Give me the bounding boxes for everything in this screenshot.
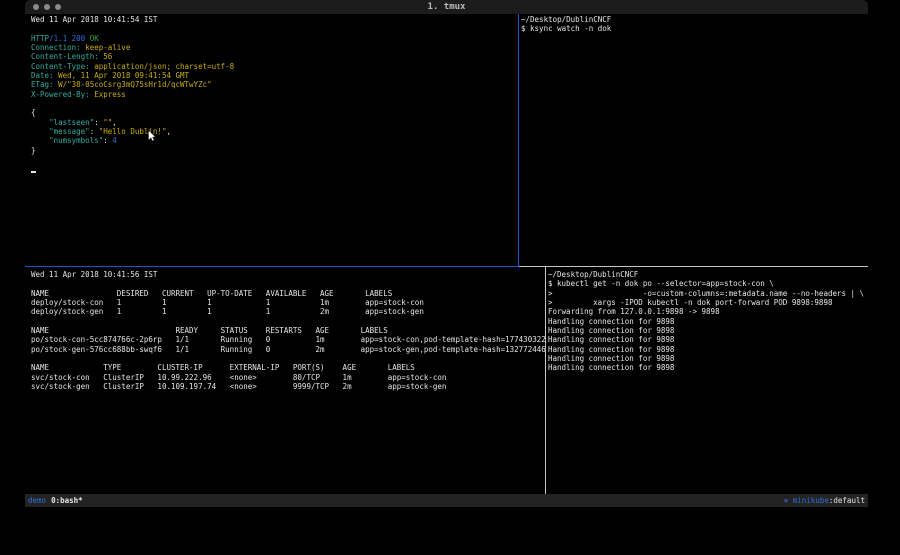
http-header-line: Content-Length: 56 (31, 52, 518, 61)
blank-line (31, 317, 545, 326)
cwd-line: ~/Desktop/DublinCNCF (548, 270, 868, 279)
desktop: 1. tmux Wed 11 Apr 2018 10:41:54 IST HTT… (0, 0, 900, 555)
svc-table-row: svc/stock-con ClusterIP 10.99.222.96 <no… (31, 373, 545, 382)
titlebar[interactable]: 1. tmux (25, 0, 868, 14)
http-header-line: Connection: keep-alive (31, 43, 518, 52)
pane-port-forward[interactable]: ~/Desktop/DublinCNCF $ kubectl get -n do… (546, 267, 868, 494)
kube-namespace: :default (829, 496, 865, 505)
kubernetes-helm-icon: ⎈ (784, 496, 793, 505)
pane-kubectl-get[interactable]: Wed 11 Apr 2018 10:41:56 IST NAME DESIRE… (25, 267, 545, 494)
http-protocol: HTTP (31, 34, 49, 43)
output-line: Handling connection for 9898 (548, 354, 868, 363)
mouse-pointer-icon (148, 127, 156, 146)
command-continuation-line: > xargs -IPOD kubectl -n dok port-forwar… (548, 298, 868, 307)
blank-line (31, 279, 545, 288)
pane-ksync[interactable]: ~/Desktop/DublinCNCF $ ksync watch -n do… (519, 14, 868, 266)
output-line: Handling connection for 9898 (548, 326, 868, 335)
json-entry-message: "message": "Hello Dublin!", (31, 127, 518, 136)
timestamp: Wed 11 Apr 2018 10:41:56 IST (31, 270, 545, 279)
timestamp: Wed 11 Apr 2018 10:41:54 IST (31, 15, 518, 24)
pod-table-header: NAME READY STATUS RESTARTS AGE LABELS (31, 326, 545, 335)
blank-line (31, 155, 518, 164)
session-name: demo (28, 496, 46, 505)
window-title: 1. tmux (25, 0, 868, 14)
output-line: Forwarding from 127.0.0.1:9898 -> 9898 (548, 307, 868, 316)
terminal-cursor (31, 171, 36, 173)
http-header-line: ETag: W/"38-05coCsrg3mQ75sHr1d/qcWTwYZc" (31, 80, 518, 89)
svc-table-header: NAME TYPE CLUSTER-IP EXTERNAL-IP PORT(S)… (31, 363, 545, 372)
pod-table-row: po/stock-con-5cc874766c-2p6rp 1/1 Runnin… (31, 335, 545, 344)
window-tab-0-bash[interactable]: 0:bash* (51, 496, 83, 505)
command-continuation-line: > -o=custom-columns=:metadata.name --no-… (548, 289, 868, 298)
output-line: Handling connection for 9898 (548, 345, 868, 354)
pane-divider-horizontal-right (519, 266, 868, 267)
output-line: Handling connection for 9898 (548, 363, 868, 372)
http-header-line: Content-Type: application/json; charset=… (31, 62, 518, 71)
status-right: ⎈ minikube:default (784, 494, 865, 507)
http-header-line: Date: Wed, 11 Apr 2018 09:41:54 GMT (31, 71, 518, 80)
pod-table-row: po/stock-gen-576cc688bb-swqf6 1/1 Runnin… (31, 345, 545, 354)
pane-http-response[interactable]: Wed 11 Apr 2018 10:41:54 IST HTTP/1.1 20… (25, 14, 518, 266)
http-header-line: X-Powered-By: Express (31, 90, 518, 99)
deploy-table-header: NAME DESIRED CURRENT UP-TO-DATE AVAILABL… (31, 289, 545, 298)
json-entry-lastseen: "lastseen": "", (31, 118, 518, 127)
command-line: $ kubectl get -n dok po --selector=app=s… (548, 279, 868, 288)
cwd-line: ~/Desktop/DublinCNCF (521, 15, 868, 24)
json-entry-numsymbols: "numsymbols": 4 (31, 136, 518, 145)
pane-divider-vertical-top (518, 14, 519, 266)
json-close-brace: } (31, 146, 518, 155)
blank-line (31, 354, 545, 363)
http-status-line: HTTP/1.1 200 OK (31, 34, 518, 43)
http-reason: OK (90, 34, 99, 43)
tmux-status-bar: demo 0:bash* ⎈ minikube:default (25, 494, 868, 507)
output-line: Handling connection for 9898 (548, 317, 868, 326)
terminal-window: 1. tmux Wed 11 Apr 2018 10:41:54 IST HTT… (25, 0, 868, 513)
status-left: demo 0:bash* (28, 494, 83, 507)
blank-line (31, 99, 518, 108)
pane-divider-horizontal-left (25, 266, 519, 267)
svc-table-row: svc/stock-gen ClusterIP 10.109.197.74 <n… (31, 382, 545, 391)
deploy-table-row: deploy/stock-con 1 1 1 1 1m app=stock-co… (31, 298, 545, 307)
http-version-status: /1.1 200 (49, 34, 90, 43)
kube-context: minikube (793, 496, 829, 505)
blank-line (31, 24, 518, 33)
deploy-table-row: deploy/stock-gen 1 1 1 1 2m app=stock-ge… (31, 307, 545, 316)
pane-divider-vertical-bottom (545, 267, 546, 494)
json-open-brace: { (31, 108, 518, 117)
prompt-line (31, 165, 518, 174)
output-line: Handling connection for 9898 (548, 335, 868, 344)
command-line: $ ksync watch -n dok (521, 24, 868, 33)
